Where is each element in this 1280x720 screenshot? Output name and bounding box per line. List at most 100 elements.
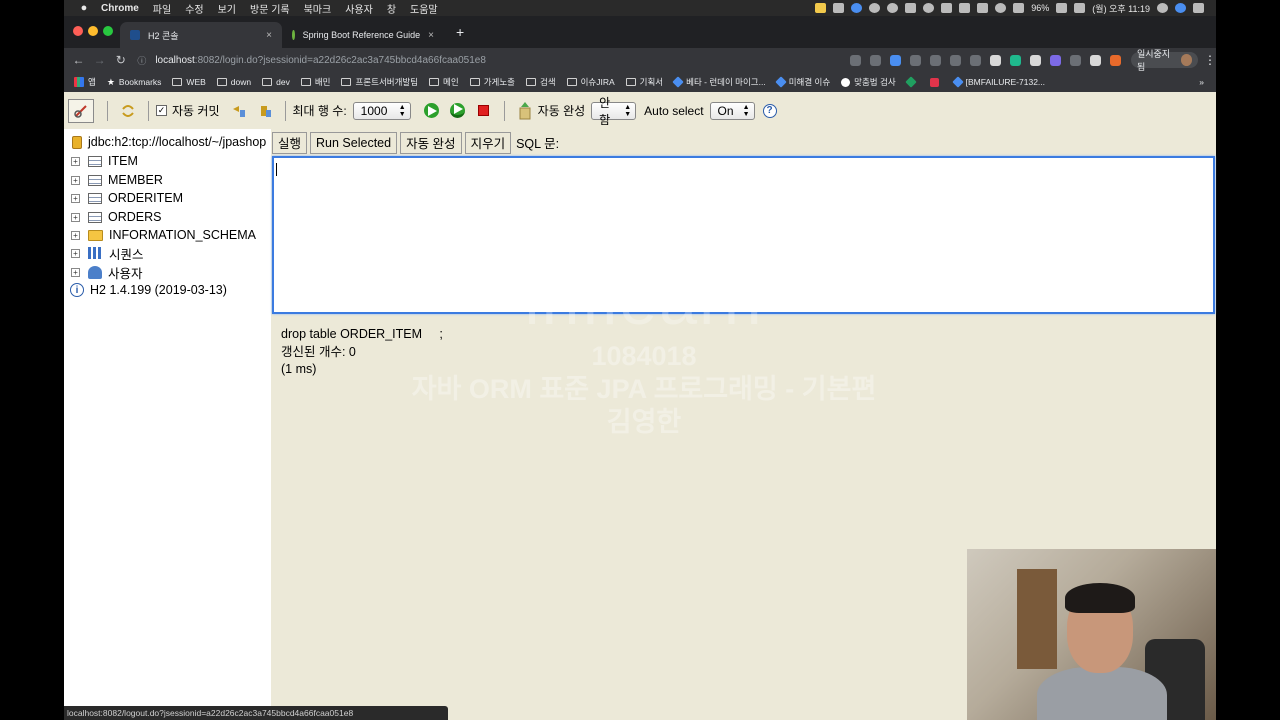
bookmark-main[interactable]: 메인 (429, 76, 459, 88)
run-selected-query-button[interactable]: Run Selected (310, 131, 398, 154)
clock-icon[interactable] (869, 3, 881, 13)
zoom-window-button[interactable] (103, 26, 113, 36)
bookmark-star-icon[interactable] (869, 54, 881, 66)
input-source-icon[interactable] (1074, 3, 1086, 13)
extension-icon[interactable] (1049, 54, 1061, 66)
autocommit-checkbox[interactable]: ✓ (156, 105, 167, 116)
bookmark-web[interactable]: WEB (172, 77, 206, 87)
new-tab-button[interactable]: + (456, 24, 464, 40)
extension-icon[interactable] (1009, 54, 1021, 66)
close-tab-icon[interactable]: × (266, 30, 272, 41)
pocket-icon[interactable] (929, 54, 941, 66)
bookmark-search[interactable]: 검색 (525, 76, 556, 88)
extension-icon[interactable] (949, 54, 961, 66)
bookmark-frontend-team[interactable]: 프론트서버개발팀 (341, 76, 418, 88)
refresh-button[interactable] (115, 99, 141, 123)
bulb-icon[interactable] (905, 3, 917, 13)
menu-edit[interactable]: 수정 (185, 1, 203, 16)
wifi-icon[interactable] (995, 3, 1007, 13)
cloud-icon[interactable] (923, 3, 935, 13)
run-selected-button[interactable] (445, 99, 471, 123)
tree-table-orderitem[interactable]: + ORDERITEM (64, 189, 183, 207)
qr-icon[interactable] (1089, 54, 1101, 66)
tree-sequences[interactable]: + 시퀀스 (64, 244, 144, 262)
bookmark-spellcheck[interactable]: 맞춤법 검사 (841, 76, 896, 88)
extension-icon[interactable] (989, 54, 1001, 66)
profile-button[interactable]: 일시중지됨 (1130, 49, 1199, 72)
siri-icon[interactable] (1175, 3, 1186, 13)
back-arrow-icon[interactable]: ← (68, 53, 89, 67)
zoom-icon[interactable] (849, 54, 861, 66)
maxrows-select[interactable]: 1000 ▲ ▼ (352, 101, 411, 120)
volume-icon[interactable] (1013, 3, 1025, 13)
bookmark-down[interactable]: down (216, 77, 251, 87)
clear-query-button[interactable]: 지우기 (464, 131, 512, 154)
info-icon[interactable]: ⓘ (137, 54, 149, 67)
extension-icon[interactable] (1029, 54, 1041, 66)
battery-icon[interactable] (1056, 3, 1068, 13)
tab-h2-console[interactable]: H2 콘솔 × (120, 22, 282, 48)
tree-connection[interactable]: jdbc:h2:tcp://localhost/~/jpashop (64, 133, 266, 151)
tab-spring-boot[interactable]: Spring Boot Reference Guide × (282, 22, 444, 48)
tree-table-member[interactable]: + MEMBER (64, 171, 163, 189)
extension-icon[interactable] (969, 54, 981, 66)
bookmark-apps[interactable]: 앱 (74, 76, 96, 88)
menu-people[interactable]: 사용자 (345, 1, 373, 16)
bookmark-bookmarks[interactable]: ★ Bookmarks (107, 77, 162, 88)
apple-icon[interactable]: ● (74, 2, 94, 14)
bookmark-unresolved[interactable]: 미해결 이슈 (775, 76, 830, 88)
tree-users[interactable]: + 사용자 (64, 263, 143, 281)
disconnect-button[interactable] (68, 98, 94, 123)
notes-icon[interactable] (815, 3, 827, 13)
menu-file[interactable]: 파일 (153, 1, 171, 16)
minimize-window-button[interactable] (88, 26, 98, 36)
autocomplete-query-button[interactable]: 자동 완성 (400, 131, 462, 154)
bluetooth-icon[interactable] (977, 3, 989, 13)
menu-view[interactable]: 보기 (218, 1, 236, 16)
bookmark-bmfailure[interactable]: [BMFAILURE-7132... (951, 76, 1045, 88)
commit-button[interactable] (252, 99, 278, 123)
screen-icon[interactable] (833, 3, 845, 13)
bookmark-dev[interactable]: dev (262, 77, 290, 87)
close-tab-icon[interactable]: × (428, 30, 434, 41)
spotlight-icon[interactable] (1157, 3, 1168, 13)
cancel-button[interactable] (471, 99, 497, 123)
tree-information-schema[interactable]: + INFORMATION_SCHEMA (64, 226, 256, 244)
notification-center-icon[interactable] (1193, 3, 1204, 13)
bookmark-pocket[interactable] (929, 77, 943, 87)
history-button[interactable] (512, 99, 538, 123)
clock[interactable]: (월) 오후 11:19 (1092, 2, 1150, 15)
info-icon[interactable] (887, 3, 899, 13)
expand-icon[interactable]: + (71, 230, 80, 240)
tree-table-orders[interactable]: + ORDERS (64, 208, 161, 226)
forward-arrow-icon[interactable]: → (89, 53, 110, 67)
autoselect-select[interactable]: On ▲ ▼ (709, 101, 755, 120)
bookmark-jira[interactable]: 이슈JIRA (566, 76, 615, 88)
battery-percent[interactable]: 96% (1031, 3, 1049, 13)
expand-icon[interactable]: + (71, 212, 80, 222)
expand-icon[interactable]: + (71, 267, 80, 277)
expand-icon[interactable]: + (71, 175, 80, 185)
autocomplete-select[interactable]: 안함 ▲ ▼ (591, 96, 637, 127)
run-query-button[interactable]: 실행 (272, 131, 308, 154)
expand-icon[interactable]: + (71, 248, 80, 258)
extension-icon[interactable] (1109, 54, 1121, 66)
display-icon[interactable] (959, 3, 971, 13)
close-window-button[interactable] (73, 26, 83, 36)
help-icon[interactable]: ? (762, 103, 777, 118)
expand-icon[interactable]: + (71, 193, 80, 203)
menu-history[interactable]: 방문 기록 (250, 1, 290, 16)
drive-icon[interactable] (1069, 54, 1081, 66)
menu-chrome[interactable]: Chrome (101, 3, 139, 14)
jb-extension-icon[interactable] (909, 54, 921, 66)
more-bookmarks-icon[interactable]: » (1199, 77, 1216, 87)
run-button[interactable] (419, 99, 445, 123)
grid-icon[interactable] (941, 3, 953, 13)
reload-icon[interactable]: ↻ (110, 53, 131, 67)
bookmark-store-exposure[interactable]: 가게노출 (469, 76, 515, 88)
rollback-button[interactable] (226, 99, 252, 123)
chrome-menu-icon[interactable]: ⋮ (1204, 53, 1216, 67)
menu-bookmarks[interactable]: 북마크 (304, 1, 332, 16)
menu-help[interactable]: 도움말 (410, 1, 438, 16)
g-icon[interactable] (851, 3, 863, 13)
